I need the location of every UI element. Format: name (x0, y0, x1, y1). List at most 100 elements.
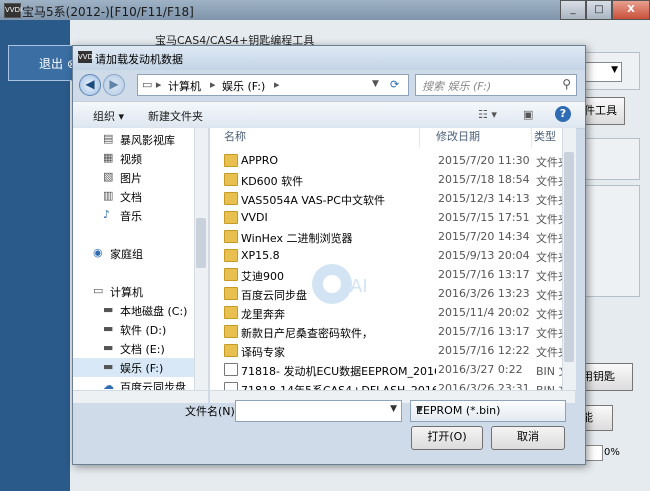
file-date: 2015/7/16 12:22 (438, 344, 530, 357)
address-bar[interactable]: ▭ ▸ 计算机 ▸ 娱乐 (F:) ▸ ▼ ⟳ (137, 74, 409, 96)
nav-item-label: 文档 (120, 191, 142, 204)
exit-label: 退出 (39, 57, 64, 71)
folder-icon (224, 325, 238, 338)
nav-item[interactable]: ▬ 本地磁盘 (C:) (73, 301, 203, 320)
preview-pane-icon[interactable]: ▣ (523, 108, 533, 121)
file-row[interactable]: VAS5054A VAS-PC中文软件 2015/12/3 14:13 文件夹 (210, 189, 575, 208)
nav-item[interactable]: ▬ 娱乐 (F:) (73, 358, 203, 377)
app-dropdown[interactable]: ▼ (582, 62, 622, 82)
chevron-down-icon: ▼ (416, 405, 423, 415)
nav-item[interactable]: ♪ 音乐 (73, 206, 203, 225)
file-row[interactable]: 译码专家 2015/7/16 12:22 文件夹 (210, 341, 575, 360)
cancel-button[interactable]: 取消 (491, 426, 565, 450)
nav-item[interactable]: ▦ 视频 (73, 149, 203, 168)
folder-icon (224, 154, 238, 167)
new-folder-button[interactable]: 新建文件夹 (148, 108, 203, 124)
exit-button[interactable]: 退出 ⊗ (8, 45, 80, 81)
file-date: 2016/3/27 0:22 (438, 363, 523, 376)
nav-item[interactable]: ▬ 软件 (D:) (73, 320, 203, 339)
file-date: 2015/12/3 14:13 (438, 192, 530, 205)
forward-button[interactable]: ▶ (103, 74, 125, 96)
nav-hscrollbar[interactable] (73, 390, 208, 403)
nav-item[interactable]: ▧ 图片 (73, 168, 203, 187)
column-date[interactable]: 修改日期 (434, 128, 532, 148)
open-button[interactable]: 打开(O) (411, 426, 483, 450)
search-input[interactable]: 搜索 娱乐 (F:) ⚲ (415, 74, 577, 96)
column-date-label: 修改日期 (436, 130, 480, 143)
file-row[interactable]: XP15.8 2015/9/13 20:04 文件夹 (210, 246, 575, 265)
file-date: 2015/11/4 20:02 (438, 306, 530, 319)
close-button[interactable]: X (612, 0, 650, 20)
refresh-icon[interactable]: ⟳ (390, 78, 399, 91)
file-date: 2015/7/18 18:54 (438, 173, 530, 186)
file-row[interactable]: 新款日产尼桑查密码软件， 2015/7/16 13:17 文件夹 (210, 322, 575, 341)
file-row[interactable]: 龙里奔奔 2015/11/4 20:02 文件夹 (210, 303, 575, 322)
app-left-panel (0, 20, 70, 491)
nav-item[interactable]: ▥ 文档 (73, 187, 203, 206)
folder-icon (224, 192, 238, 205)
documents-icon: ▥ (103, 189, 114, 202)
folder-icon (224, 287, 238, 300)
file-scrollbar[interactable] (562, 128, 576, 390)
file-row[interactable]: APPRO 2015/7/20 11:30 文件夹 (210, 151, 575, 170)
file-row[interactable]: VVDI 2015/7/15 17:51 文件夹 (210, 208, 575, 227)
filename-input[interactable]: ▼ (235, 400, 402, 422)
arrow-left-icon: ◀ (85, 77, 95, 91)
file-row[interactable]: 艾迪900 2015/7/16 13:17 文件夹 (210, 265, 575, 284)
nav-item-label: 软件 (D:) (120, 324, 167, 337)
search-placeholder: 搜索 娱乐 (F:) (422, 80, 492, 93)
folder-icon (224, 230, 238, 243)
chevron-down-icon[interactable]: ▼ (372, 79, 379, 89)
chevron-down-icon[interactable]: ▼ (390, 404, 397, 414)
back-button[interactable]: ◀ (79, 74, 101, 96)
app-logo-icon: VVDI (4, 3, 22, 18)
file-row[interactable]: 百度云同步盘 2016/3/26 13:23 文件夹 (210, 284, 575, 303)
file-date: 2015/7/16 13:17 (438, 268, 530, 281)
organize-button[interactable]: 组织 ▾ (93, 108, 124, 124)
nav-item-label: 图片 (120, 172, 142, 185)
minimize-button[interactable]: _ (560, 0, 586, 20)
file-row[interactable]: WinHex 二进制浏览器 2015/7/20 14:34 文件夹 (210, 227, 575, 246)
nav-item-label: 视频 (120, 153, 142, 166)
breadcrumb-drive[interactable]: 娱乐 (F:) (222, 78, 265, 94)
file-date: 2015/7/15 17:51 (438, 211, 530, 224)
arrow-right-icon: ▶ (109, 77, 119, 91)
nav-item-label: 暴风影视库 (120, 134, 175, 147)
nav-item[interactable]: ▤ 暴风影视库 (73, 130, 203, 149)
breadcrumb-computer[interactable]: 计算机 (168, 78, 201, 94)
address-row: ◀ ▶ ▭ ▸ 计算机 ▸ 娱乐 (F:) ▸ ▼ ⟳ 搜索 娱乐 (F:) ⚲ (73, 70, 585, 100)
computer-icon: ▭ (93, 284, 104, 297)
nav-item-label: 计算机 (110, 286, 143, 299)
file-name: KD600 软件 (241, 175, 304, 188)
filetype-select[interactable]: EEPROM (*.bin) ▼ (410, 400, 566, 422)
file-date: 2015/7/20 14:34 (438, 230, 530, 243)
file-row[interactable]: KD600 软件 2015/7/18 18:54 文件夹 (210, 170, 575, 189)
column-name[interactable]: 名称 (222, 128, 420, 148)
folder-icon (224, 211, 238, 224)
file-date: 2016/3/26 13:23 (438, 287, 530, 300)
file-date: 2015/9/13 20:04 (438, 249, 530, 262)
nav-item[interactable]: ◉ 家庭组 (73, 244, 203, 263)
dialog-toolbar: 组织 ▾ 新建文件夹 ☷ ▾ ▣ ? (73, 101, 585, 129)
file-row[interactable]: 71818- 发动机ECU数据EEPROM_2016... 2016/3/27 0… (210, 360, 575, 379)
watermark-logo-icon: AI (312, 264, 368, 304)
file-name: 71818- 发动机ECU数据EEPROM_2016... (241, 365, 436, 378)
file-date: 2015/7/20 11:30 (438, 154, 530, 167)
nav-scrollbar[interactable] (194, 128, 208, 390)
nav-scroll-thumb[interactable] (196, 218, 206, 268)
column-type-label: 类型 (534, 130, 556, 143)
nav-item[interactable]: ▭ 计算机 (73, 282, 203, 301)
music-icon: ♪ (103, 208, 111, 221)
help-icon[interactable]: ? (555, 106, 571, 122)
file-icon (224, 363, 238, 376)
file-scroll-thumb[interactable] (564, 152, 574, 362)
maximize-button[interactable]: □ (586, 0, 612, 20)
nav-item[interactable]: ▬ 文档 (E:) (73, 339, 203, 358)
file-list: 名称 修改日期 类型 APPRO 2015/7/20 11:30 文件夹 KD600 … (210, 128, 575, 397)
file-name: 译码专家 (241, 346, 285, 359)
folder-icon (224, 249, 238, 262)
view-options-icon[interactable]: ☷ ▾ (478, 108, 497, 121)
chevron-right-icon: ▸ (210, 78, 216, 91)
